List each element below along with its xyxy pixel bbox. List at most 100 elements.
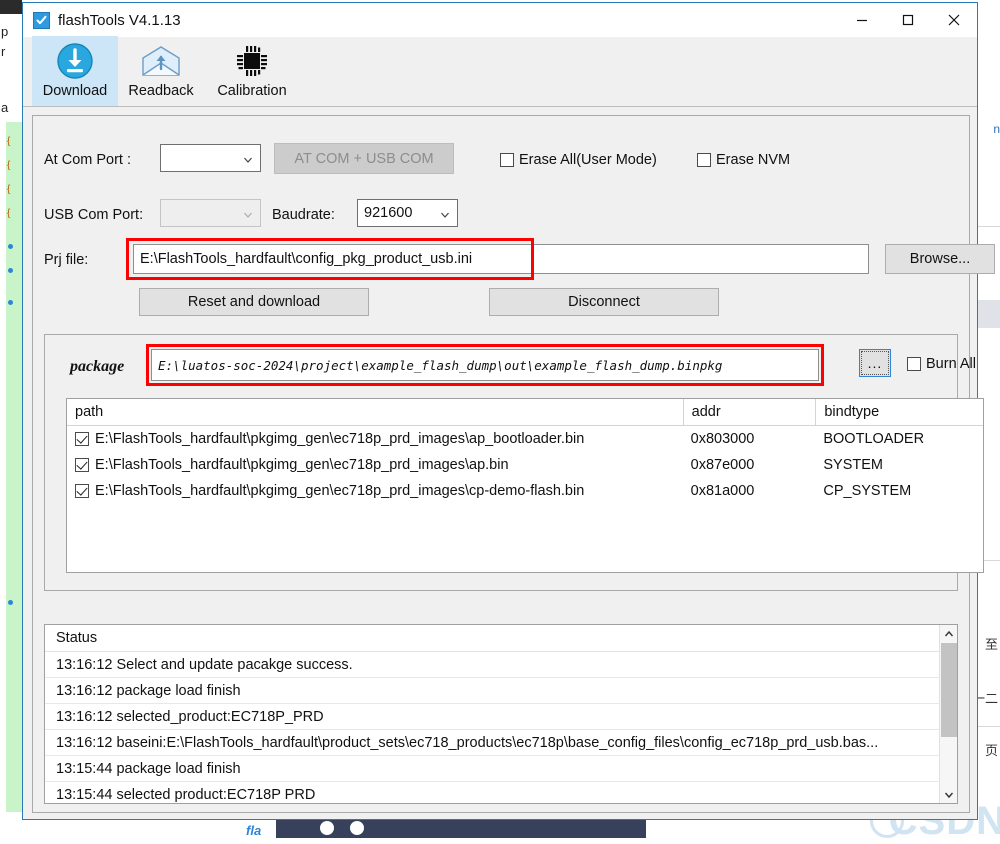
background-left-bullet — [8, 268, 13, 273]
status-log-header: Status — [45, 625, 957, 652]
cell-addr: 0x803000 — [683, 426, 816, 452]
erase-all-checkbox-box[interactable] — [500, 153, 514, 167]
at-com-port-select[interactable] — [160, 144, 261, 172]
prj-file-input[interactable]: E:\FlashTools_hardfault\config_pkg_produ… — [133, 244, 869, 274]
package-file-table[interactable]: path addr bindtype E:\FlashTools_hardfau… — [66, 398, 984, 573]
prj-file-label: Prj file: — [44, 252, 88, 268]
status-log-scrollbar[interactable] — [939, 625, 957, 803]
background-left-bullet — [8, 244, 13, 249]
background-left-titlebar — [0, 0, 22, 14]
background-left-fragment-r: r — [1, 44, 5, 59]
background-right-fragment-1: 至 — [985, 634, 998, 653]
scroll-thumb[interactable] — [941, 643, 957, 737]
tab-calibration[interactable]: Calibration — [204, 36, 300, 106]
tab-calibration-label: Calibration — [217, 83, 286, 99]
disconnect-button[interactable]: Disconnect — [489, 288, 719, 316]
taskbar-app-icon[interactable] — [350, 821, 364, 835]
envelope-upload-icon — [141, 40, 181, 82]
status-log-line[interactable]: 13:15:44 selected product:EC718P PRD — [45, 782, 957, 804]
minimize-button[interactable] — [839, 3, 885, 37]
status-log-line[interactable]: 13:16:12 baseini:E:\FlashTools_hardfault… — [45, 730, 957, 756]
column-header-bindtype[interactable]: bindtype — [815, 399, 983, 426]
tab-download-label: Download — [43, 83, 108, 99]
table-row[interactable]: E:\FlashTools_hardfault\pkgimg_gen\ec718… — [67, 452, 983, 478]
chevron-down-icon — [243, 208, 253, 218]
chevron-down-icon — [440, 208, 450, 218]
close-button[interactable] — [931, 3, 977, 37]
cell-path-text: E:\FlashTools_hardfault\pkgimg_gen\ec718… — [95, 431, 584, 447]
baudrate-select[interactable]: 921600 — [357, 199, 458, 227]
background-left-fragment-a: a — [1, 100, 8, 115]
background-left-code-line: { — [7, 208, 10, 219]
baudrate-value: 921600 — [364, 205, 412, 221]
background-left-code-line: { — [7, 184, 10, 195]
mode-toolbar: Download Readback — [23, 37, 977, 107]
reset-and-download-button[interactable]: Reset and download — [139, 288, 369, 316]
background-right-fragment-3: 页 — [985, 740, 998, 759]
download-circle-icon — [56, 40, 94, 82]
cell-bindtype: SYSTEM — [815, 452, 983, 478]
app-icon — [33, 12, 50, 29]
maximize-button[interactable] — [885, 3, 931, 37]
background-left-fragment-p: p — [1, 24, 8, 39]
at-com-usb-com-button[interactable]: AT COM + USB COM — [274, 143, 454, 174]
erase-nvm-checkbox-box[interactable] — [697, 153, 711, 167]
erase-all-label: Erase All(User Mode) — [519, 152, 657, 168]
status-log-body: 13:16:12 Select and update pacakge succe… — [45, 652, 957, 804]
chevron-down-icon — [243, 153, 253, 163]
status-log-line[interactable]: 13:16:12 selected_product:EC718P_PRD — [45, 704, 957, 730]
cell-bindtype: BOOTLOADER — [815, 426, 983, 452]
column-header-path[interactable]: path — [67, 399, 683, 426]
download-panel: At Com Port : AT COM + USB COM Erase All… — [32, 115, 970, 813]
table-header-row: path addr bindtype — [67, 399, 983, 426]
background-left-bullet — [8, 600, 13, 605]
status-log-line[interactable]: 13:16:12 Select and update pacakge succe… — [45, 652, 957, 678]
taskbar-app-icon[interactable] — [320, 821, 334, 835]
cell-path: E:\FlashTools_hardfault\pkgimg_gen\ec718… — [67, 478, 683, 504]
table-row[interactable]: E:\FlashTools_hardfault\pkgimg_gen\ec718… — [67, 478, 983, 504]
taskbar-app-label: fla — [246, 823, 261, 838]
tab-readback-label: Readback — [128, 83, 193, 99]
cell-addr: 0x87e000 — [683, 452, 816, 478]
table-row[interactable]: E:\FlashTools_hardfault\pkgimg_gen\ec718… — [67, 426, 983, 452]
tab-readback[interactable]: Readback — [118, 36, 204, 106]
cell-path-text: E:\FlashTools_hardfault\pkgimg_gen\ec718… — [95, 457, 509, 473]
erase-nvm-checkbox[interactable]: Erase NVM — [697, 152, 790, 168]
baudrate-label: Baudrate: — [272, 207, 335, 223]
package-group: package E:\luatos-soc-2024\project\examp… — [44, 334, 958, 591]
background-left-code-line: { — [7, 160, 10, 171]
row-checkbox[interactable] — [75, 432, 89, 446]
background-left-code-line: { — [7, 136, 10, 147]
burn-all-checkbox[interactable]: Burn All — [907, 356, 976, 372]
cell-path: E:\FlashTools_hardfault\pkgimg_gen\ec718… — [67, 426, 683, 452]
package-label: package — [70, 358, 124, 376]
package-path-input[interactable]: E:\luatos-soc-2024\project\example_flash… — [151, 349, 819, 381]
window-controls — [839, 3, 977, 37]
background-left-bullet — [8, 300, 13, 305]
browse-button[interactable]: Browse... — [885, 244, 995, 274]
scroll-up-icon[interactable] — [940, 625, 958, 642]
at-com-port-label: At Com Port : — [44, 152, 131, 168]
taskbar[interactable] — [276, 818, 646, 838]
burn-all-checkbox-box[interactable] — [907, 357, 921, 371]
cell-path-text: E:\FlashTools_hardfault\pkgimg_gen\ec718… — [95, 483, 584, 499]
usb-com-port-select[interactable] — [160, 199, 261, 227]
status-log[interactable]: Status 13:16:12 Select and update pacakg… — [44, 624, 958, 804]
status-log-line[interactable]: 13:16:12 package load finish — [45, 678, 957, 704]
row-checkbox[interactable] — [75, 484, 89, 498]
status-log-line[interactable]: 13:15:44 package load finish — [45, 756, 957, 782]
burn-all-label: Burn All — [926, 356, 976, 372]
flashtools-window: flashTools V4.1.13 Dow — [22, 2, 978, 820]
package-browse-button[interactable]: ... — [859, 349, 891, 377]
background-left-code-area — [6, 122, 22, 812]
usb-com-port-label: USB Com Port: — [44, 207, 143, 223]
row-checkbox[interactable] — [75, 458, 89, 472]
tab-download[interactable]: Download — [32, 36, 118, 106]
title-bar[interactable]: flashTools V4.1.13 — [23, 3, 977, 37]
column-header-addr[interactable]: addr — [683, 399, 816, 426]
scroll-down-icon[interactable] — [940, 786, 958, 803]
background-right-link[interactable]: n — [993, 122, 1000, 136]
erase-nvm-label: Erase NVM — [716, 152, 790, 168]
erase-all-checkbox[interactable]: Erase All(User Mode) — [500, 152, 657, 168]
cell-bindtype: CP_SYSTEM — [815, 478, 983, 504]
